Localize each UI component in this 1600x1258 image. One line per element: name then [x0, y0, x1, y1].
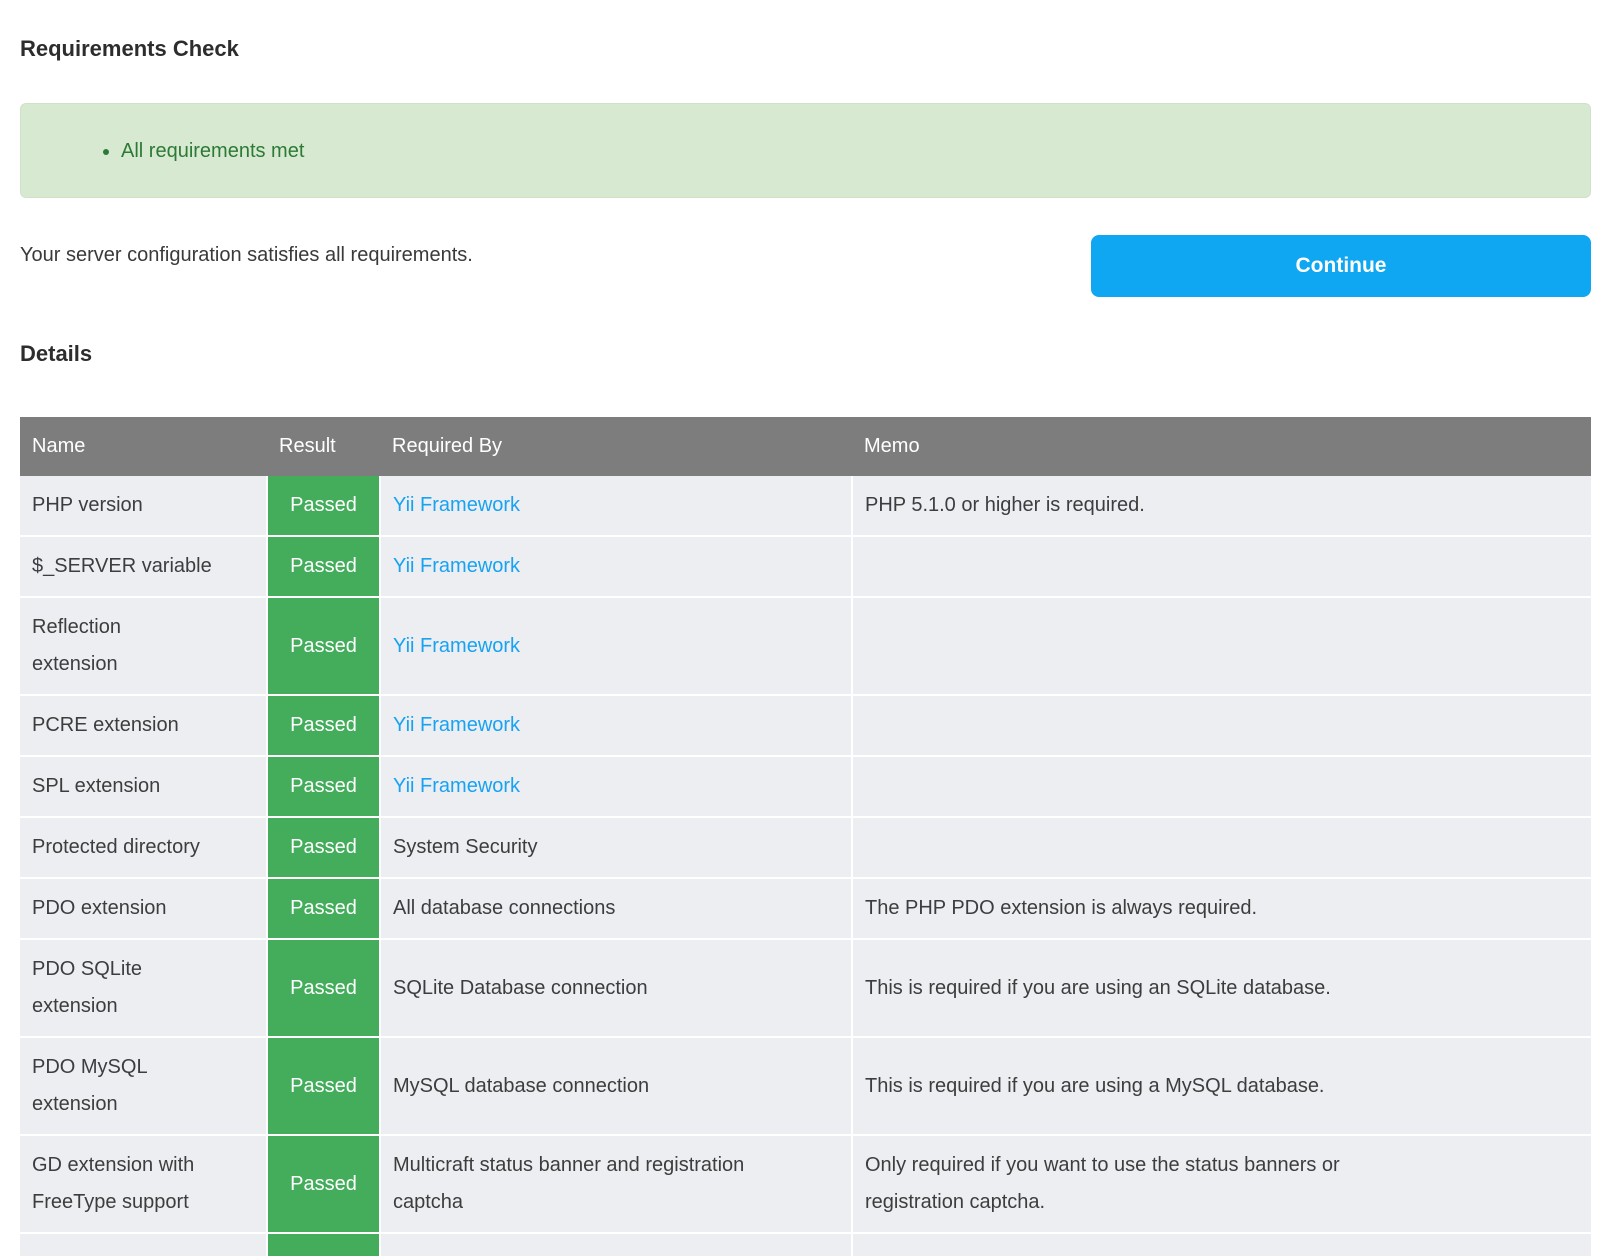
result-badge: Passed: [267, 1135, 380, 1233]
result-badge: [267, 1233, 380, 1257]
required-by: Yii Framework: [380, 536, 852, 597]
memo: Only required if you want to use the sta…: [852, 1135, 1591, 1233]
table-header-row: Name Result Required By Memo: [20, 417, 1591, 476]
memo: [852, 817, 1591, 878]
result-badge: Passed: [267, 695, 380, 756]
memo: [852, 695, 1591, 756]
required-by: Yii Framework: [380, 756, 852, 817]
column-header-required-by: Required By: [380, 417, 852, 476]
result-badge: Passed: [267, 878, 380, 939]
memo: [852, 597, 1591, 695]
table-row: PDO MySQL extension Passed MySQL databas…: [20, 1037, 1591, 1135]
requirement-name: SPL extension: [20, 756, 267, 817]
table-row: GD extension with FreeType support Passe…: [20, 1135, 1591, 1233]
memo: This is required if you are using an SQL…: [852, 939, 1591, 1037]
required-by-link[interactable]: Yii Framework: [393, 635, 520, 657]
result-badge: Passed: [267, 1037, 380, 1135]
required-by: Yii Framework: [380, 695, 852, 756]
requirements-table: Name Result Required By Memo PHP version…: [20, 417, 1591, 1258]
table-row: Protected directory Passed System Securi…: [20, 817, 1591, 878]
required-by-link[interactable]: Yii Framework: [393, 775, 520, 797]
requirement-name: PHP version: [20, 476, 267, 536]
summary-text: Your server configuration satisfies all …: [20, 244, 473, 267]
memo: [852, 756, 1591, 817]
page-title: Requirements Check: [20, 36, 1591, 62]
requirement-name: PDO SQLite extension: [20, 939, 267, 1037]
required-by: MySQL database connection: [380, 1037, 852, 1135]
requirement-name: Protected directory: [20, 817, 267, 878]
required-by: Yii Framework: [380, 476, 852, 536]
table-row: PHP version Passed Yii Framework PHP 5.1…: [20, 476, 1591, 536]
table-row: $_SERVER variable Passed Yii Framework: [20, 536, 1591, 597]
column-header-name: Name: [20, 417, 267, 476]
result-badge: Passed: [267, 939, 380, 1037]
required-by: [380, 1233, 852, 1257]
requirement-name: PDO MySQL extension: [20, 1037, 267, 1135]
memo: PHP 5.1.0 or higher is required.: [852, 476, 1591, 536]
requirement-name: Reflection extension: [20, 597, 267, 695]
table-row: PDO extension Passed All database connec…: [20, 878, 1591, 939]
alert-list: All requirements met: [21, 138, 304, 164]
required-by-link[interactable]: Yii Framework: [393, 714, 520, 736]
column-header-memo: Memo: [852, 417, 1591, 476]
table-row: PDO SQLite extension Passed SQLite Datab…: [20, 939, 1591, 1037]
table-row: [20, 1233, 1591, 1257]
column-header-result: Result: [267, 417, 380, 476]
requirement-name: $_SERVER variable: [20, 536, 267, 597]
requirements-page: Requirements Check All requirements met …: [0, 0, 1600, 1258]
details-title: Details: [20, 341, 1591, 367]
required-by: Multicraft status banner and registratio…: [380, 1135, 852, 1233]
requirement-name: PDO extension: [20, 878, 267, 939]
result-badge: Passed: [267, 597, 380, 695]
required-by-link[interactable]: Yii Framework: [393, 494, 520, 516]
actions-row: Your server configuration satisfies all …: [20, 235, 1591, 297]
continue-button[interactable]: Continue: [1091, 235, 1591, 297]
table-row: Reflection extension Passed Yii Framewor…: [20, 597, 1591, 695]
required-by: Yii Framework: [380, 597, 852, 695]
requirement-name: [20, 1233, 267, 1257]
table-row: PCRE extension Passed Yii Framework: [20, 695, 1591, 756]
memo: [852, 536, 1591, 597]
result-badge: Passed: [267, 536, 380, 597]
memo: [852, 1233, 1591, 1257]
required-by: All database connections: [380, 878, 852, 939]
table-row: SPL extension Passed Yii Framework: [20, 756, 1591, 817]
required-by: System Security: [380, 817, 852, 878]
memo: The PHP PDO extension is always required…: [852, 878, 1591, 939]
result-badge: Passed: [267, 817, 380, 878]
required-by-link[interactable]: Yii Framework: [393, 555, 520, 577]
requirement-name: PCRE extension: [20, 695, 267, 756]
requirement-name: GD extension with FreeType support: [20, 1135, 267, 1233]
result-badge: Passed: [267, 756, 380, 817]
required-by: SQLite Database connection: [380, 939, 852, 1037]
memo: This is required if you are using a MySQ…: [852, 1037, 1591, 1135]
alert-item: All requirements met: [121, 138, 304, 164]
success-alert: All requirements met: [20, 103, 1591, 198]
result-badge: Passed: [267, 476, 380, 536]
